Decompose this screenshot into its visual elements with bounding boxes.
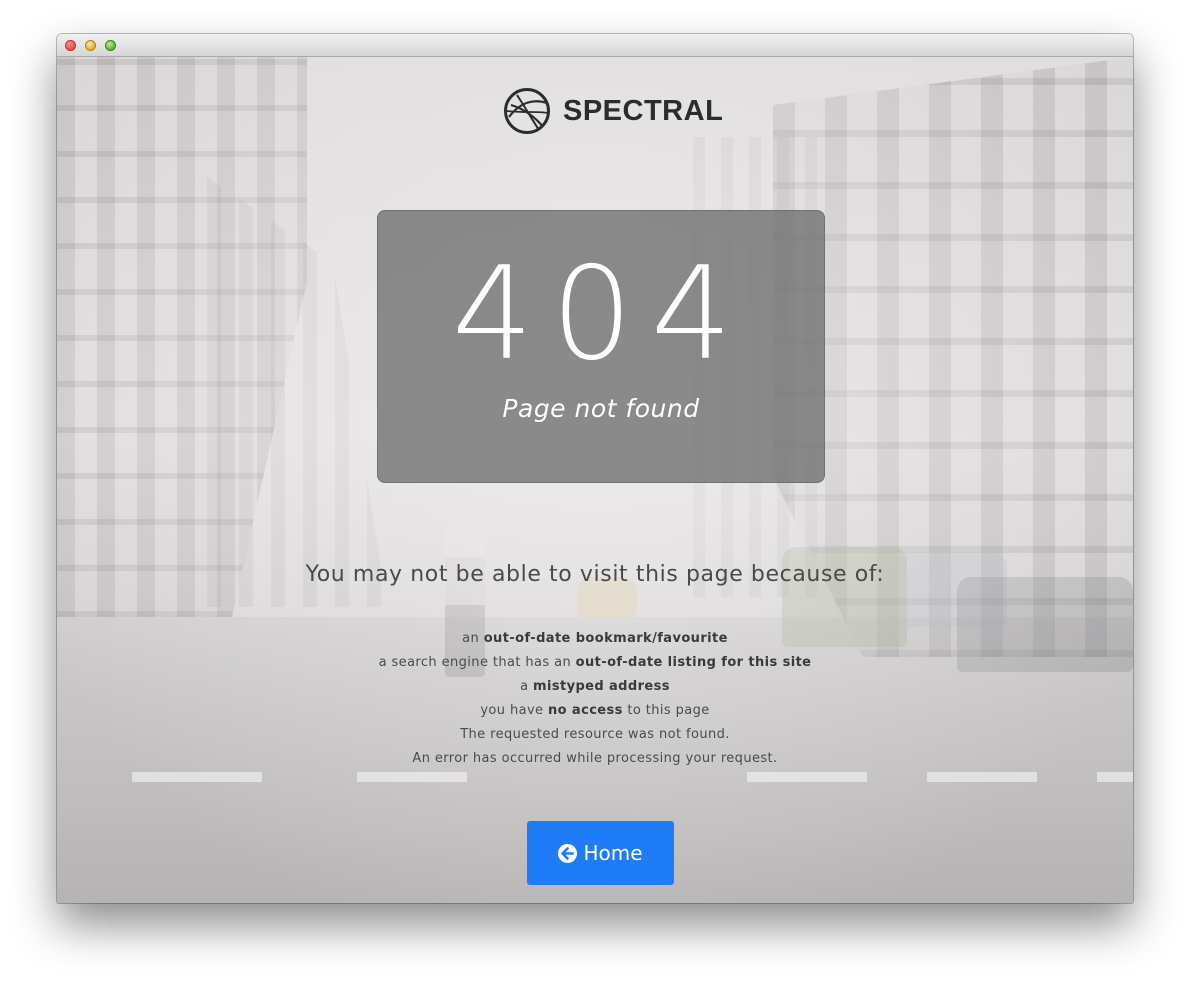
home-button[interactable]: Home — [527, 821, 674, 885]
minimize-window-button[interactable] — [85, 40, 96, 51]
error-message: Page not found — [502, 394, 700, 423]
spectral-logo-icon — [504, 88, 550, 134]
window-titlebar — [57, 34, 1133, 57]
page-content: SPECTRAL 404 Page not found You may not … — [57, 57, 1133, 903]
list-item: a search engine that has an out-of-date … — [378, 655, 812, 670]
maximize-window-button[interactable] — [105, 40, 116, 51]
arrow-circle-left-icon — [558, 843, 578, 863]
brand-name: SPECTRAL — [563, 94, 724, 127]
error-panel: 404 Page not found — [377, 210, 825, 483]
list-item: an out-of-date bookmark/favourite — [462, 631, 728, 646]
reasons-heading: You may not be able to visit this page b… — [305, 562, 885, 587]
error-code: 404 — [451, 240, 751, 389]
list-item: you have no access to this page — [480, 703, 710, 718]
browser-window: SPECTRAL 404 Page not found You may not … — [57, 34, 1133, 903]
list-item: An error has occurred while processing y… — [412, 751, 778, 766]
home-button-label: Home — [583, 841, 643, 865]
list-item: The requested resource was not found. — [460, 727, 730, 742]
reasons-list: an out-of-date bookmark/favourite a sear… — [57, 627, 1133, 771]
brand-logo[interactable]: SPECTRAL — [503, 87, 723, 135]
close-window-button[interactable] — [65, 40, 76, 51]
list-item: a mistyped address — [520, 679, 670, 694]
